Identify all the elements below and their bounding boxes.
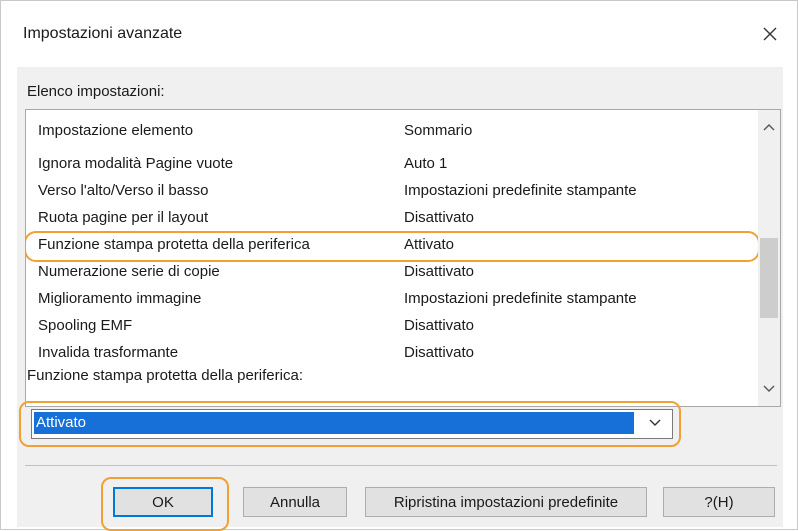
settings-list-label: Elenco impostazioni:	[27, 83, 165, 100]
chevron-down-icon	[763, 385, 775, 392]
list-item-summary: Impostazioni predefinite stampante	[404, 290, 637, 307]
title-bar: Impostazioni avanzate	[1, 1, 797, 53]
list-item[interactable]: Ruota pagine per il layout Disattivato	[26, 206, 758, 233]
vertical-scrollbar[interactable]	[758, 110, 780, 406]
list-item-name: Numerazione serie di copie	[38, 263, 220, 280]
dialog-body: Elenco impostazioni: Impostazione elemen…	[17, 67, 783, 531]
list-item[interactable]: Verso l'alto/Verso il basso Impostazioni…	[26, 179, 758, 206]
list-item[interactable]: Numerazione serie di copie Disattivato	[26, 260, 758, 287]
list-item-name: Ruota pagine per il layout	[38, 209, 209, 226]
restore-defaults-button[interactable]: Ripristina impostazioni predefinite	[365, 487, 647, 517]
ok-button[interactable]: OK	[113, 487, 213, 517]
setting-value-highlight: Attivato	[19, 401, 681, 447]
help-button[interactable]: ?(H)	[663, 487, 775, 517]
list-item-name: Funzione stampa protetta della periferic…	[38, 236, 310, 253]
scrollbar-thumb[interactable]	[760, 238, 778, 318]
setting-value-label: Funzione stampa protetta della periferic…	[27, 367, 303, 384]
list-item-summary: Impostazioni predefinite stampante	[404, 182, 637, 199]
list-item[interactable]: Ignora modalità Pagine vuote Auto 1	[26, 152, 758, 179]
setting-value-dropdown[interactable]: Attivato	[31, 409, 673, 439]
list-item-summary: Disattivato	[404, 263, 475, 280]
chevron-up-icon	[763, 124, 775, 131]
list-item-name: Spooling EMF	[38, 317, 133, 334]
list-item[interactable]: Invalida trasformante Disattivato	[26, 341, 758, 368]
scroll-up-button[interactable]	[758, 110, 780, 144]
list-item-summary: Disattivato	[404, 209, 475, 226]
list-item-name: Ignora modalità Pagine vuote	[38, 155, 234, 172]
chevron-down-icon	[649, 419, 661, 426]
list-item[interactable]: Spooling EMF Disattivato	[26, 314, 758, 341]
list-item[interactable]: Miglioramento immagine Impostazioni pred…	[26, 287, 758, 314]
listview-header: Impostazione elemento Sommario	[26, 110, 758, 152]
list-item-summary: Auto 1	[404, 155, 448, 172]
list-item-summary: Disattivato	[404, 317, 475, 334]
list-item-summary: Disattivato	[404, 344, 475, 361]
advanced-settings-dialog: Impostazioni avanzate Elenco impostazion…	[0, 0, 798, 531]
close-icon	[763, 27, 777, 41]
list-item-name: Miglioramento immagine	[38, 290, 202, 307]
close-button[interactable]	[755, 19, 785, 49]
list-item-name: Invalida trasformante	[38, 344, 179, 361]
list-item-summary: Attivato	[404, 236, 455, 253]
cancel-button[interactable]: Annulla	[243, 487, 347, 517]
column-header-summary[interactable]: Sommario	[404, 122, 472, 139]
column-header-item[interactable]: Impostazione elemento	[38, 122, 193, 139]
dialog-title: Impostazioni avanzate	[23, 25, 183, 42]
dropdown-toggle[interactable]	[640, 412, 670, 434]
divider	[25, 465, 777, 466]
list-item-selected[interactable]: Funzione stampa protetta della periferic…	[26, 231, 760, 262]
scroll-down-button[interactable]	[758, 372, 780, 406]
settings-listview[interactable]: Impostazione elemento Sommario Ignora mo…	[25, 109, 781, 407]
dropdown-selected-value[interactable]: Attivato	[33, 411, 635, 435]
list-item-name: Verso l'alto/Verso il basso	[38, 182, 209, 199]
